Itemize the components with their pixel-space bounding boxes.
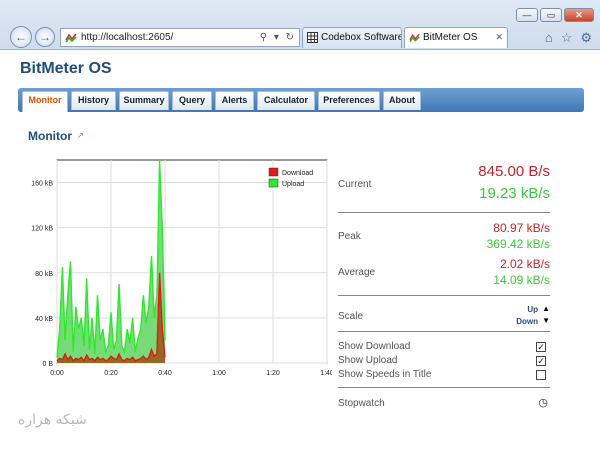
peak-upload-value: 369.42 kB/s: [486, 237, 550, 251]
popout-icon[interactable]: ↗: [77, 131, 84, 140]
window-controls: — ▭ ✕: [516, 8, 594, 22]
legend-swatch-upload: [268, 178, 279, 188]
minimize-button[interactable]: —: [516, 8, 538, 22]
y-tick-label: 80 kB: [35, 271, 53, 278]
show-upload-label: Show Upload: [338, 355, 398, 366]
y-tick-label: 0 B: [42, 361, 53, 368]
watermark: شبکه هزاره: [18, 412, 87, 428]
arrow-down-icon[interactable]: ▼: [542, 316, 550, 325]
address-bar[interactable]: http://localhost:2605/ ⚲ ▾ ↻: [60, 28, 300, 47]
show-speeds-label: Show Speeds in Title: [338, 369, 432, 380]
settings-gear-icon[interactable]: ⚙: [580, 30, 592, 46]
grid-icon: [307, 32, 318, 43]
favorites-star-icon[interactable]: ☆: [561, 30, 573, 46]
show-download-label: Show Download: [338, 341, 411, 352]
forward-icon[interactable]: →: [35, 27, 55, 47]
scale-down-button[interactable]: Down: [516, 317, 538, 326]
main-nav: Monitor History Summary Query Alerts Cal…: [18, 88, 584, 112]
home-icon[interactable]: ⌂: [545, 30, 553, 46]
bitmeter-favicon-icon: [65, 33, 77, 43]
show-download-checkbox[interactable]: ✓: [536, 342, 546, 352]
app-title: BitMeter OS: [20, 60, 112, 77]
scale-label: Scale: [338, 311, 364, 322]
x-tick-label: 0:20: [104, 370, 118, 377]
legend-label-download: Download: [282, 170, 313, 177]
stopwatch-label: Stopwatch: [338, 398, 385, 409]
x-tick-label: 0:00: [50, 370, 64, 377]
stopwatch-icon[interactable]: ◷: [538, 396, 548, 409]
tab-query[interactable]: Query: [172, 91, 212, 110]
arrow-up-icon[interactable]: ▲: [542, 304, 550, 313]
tab-calculator[interactable]: Calculator: [257, 91, 315, 110]
tab-bitmeter[interactable]: BitMeter OS ✕: [404, 27, 508, 48]
close-tab-icon[interactable]: ✕: [495, 28, 503, 47]
tab-summary[interactable]: Summary: [119, 91, 169, 110]
x-tick-label: 1:00: [212, 370, 226, 377]
divider: [338, 387, 550, 388]
maximize-button[interactable]: ▭: [540, 8, 562, 22]
average-upload-value: 14.09 kB/s: [493, 273, 550, 287]
legend-label-upload: Upload: [282, 181, 304, 188]
bandwidth-chart: 0 B 40 kB 80 kB 120 kB 160 kB 0:00 0:20 0:40 1:0…: [31, 159, 332, 377]
x-tick-label: 1:20: [266, 370, 280, 377]
browser-chrome: — ▭ ✕ ← → http://localhost:2605/ ⚲ ▾ ↻ C…: [0, 0, 600, 50]
back-icon[interactable]: ←: [10, 26, 32, 48]
peak-label: Peak: [338, 231, 361, 242]
tab-preferences[interactable]: Preferences: [318, 91, 380, 110]
x-tick-label: 0:40: [158, 370, 172, 377]
tab-about[interactable]: About: [383, 91, 421, 110]
tab-alerts[interactable]: Alerts: [215, 91, 254, 110]
browser-toolbar-icons: ⌂ ☆ ⚙: [545, 30, 592, 46]
show-upload-checkbox[interactable]: ✓: [536, 356, 546, 366]
current-upload-value: 19.23 kB/s: [479, 185, 550, 202]
tab-history[interactable]: History: [71, 91, 116, 110]
y-tick-label: 40 kB: [35, 316, 53, 323]
close-button[interactable]: ✕: [564, 8, 594, 22]
bitmeter-favicon-icon: [409, 33, 420, 43]
monitor-title: Monitor: [28, 129, 72, 143]
y-tick-label: 120 kB: [31, 226, 53, 233]
divider: [338, 331, 550, 332]
peak-download-value: 80.97 kB/s: [493, 221, 550, 235]
divider: [338, 295, 550, 296]
tab-label: Codebox Software ...: [321, 32, 402, 43]
current-label: Current: [338, 179, 372, 190]
average-download-value: 2.02 kB/s: [499, 257, 550, 271]
average-label: Average: [338, 267, 376, 278]
x-tick-label: 1:40: [320, 370, 332, 377]
tab-label: BitMeter OS: [423, 32, 478, 43]
divider: [338, 212, 550, 213]
show-speeds-checkbox[interactable]: [536, 370, 546, 380]
address-tools-icon[interactable]: ⚲ ▾ ↻: [260, 29, 296, 46]
address-text: http://localhost:2605/: [81, 32, 174, 43]
current-download-value: 845.00 B/s: [478, 163, 550, 180]
scale-up-button[interactable]: Up: [527, 305, 538, 314]
tab-monitor[interactable]: Monitor: [22, 91, 68, 112]
current-row: Current 845.00 B/s 19.23 kB/s: [338, 155, 550, 207]
tab-codebox[interactable]: Codebox Software ...: [302, 27, 402, 48]
legend-swatch-download: [268, 167, 279, 177]
y-tick-label: 160 kB: [31, 181, 53, 188]
